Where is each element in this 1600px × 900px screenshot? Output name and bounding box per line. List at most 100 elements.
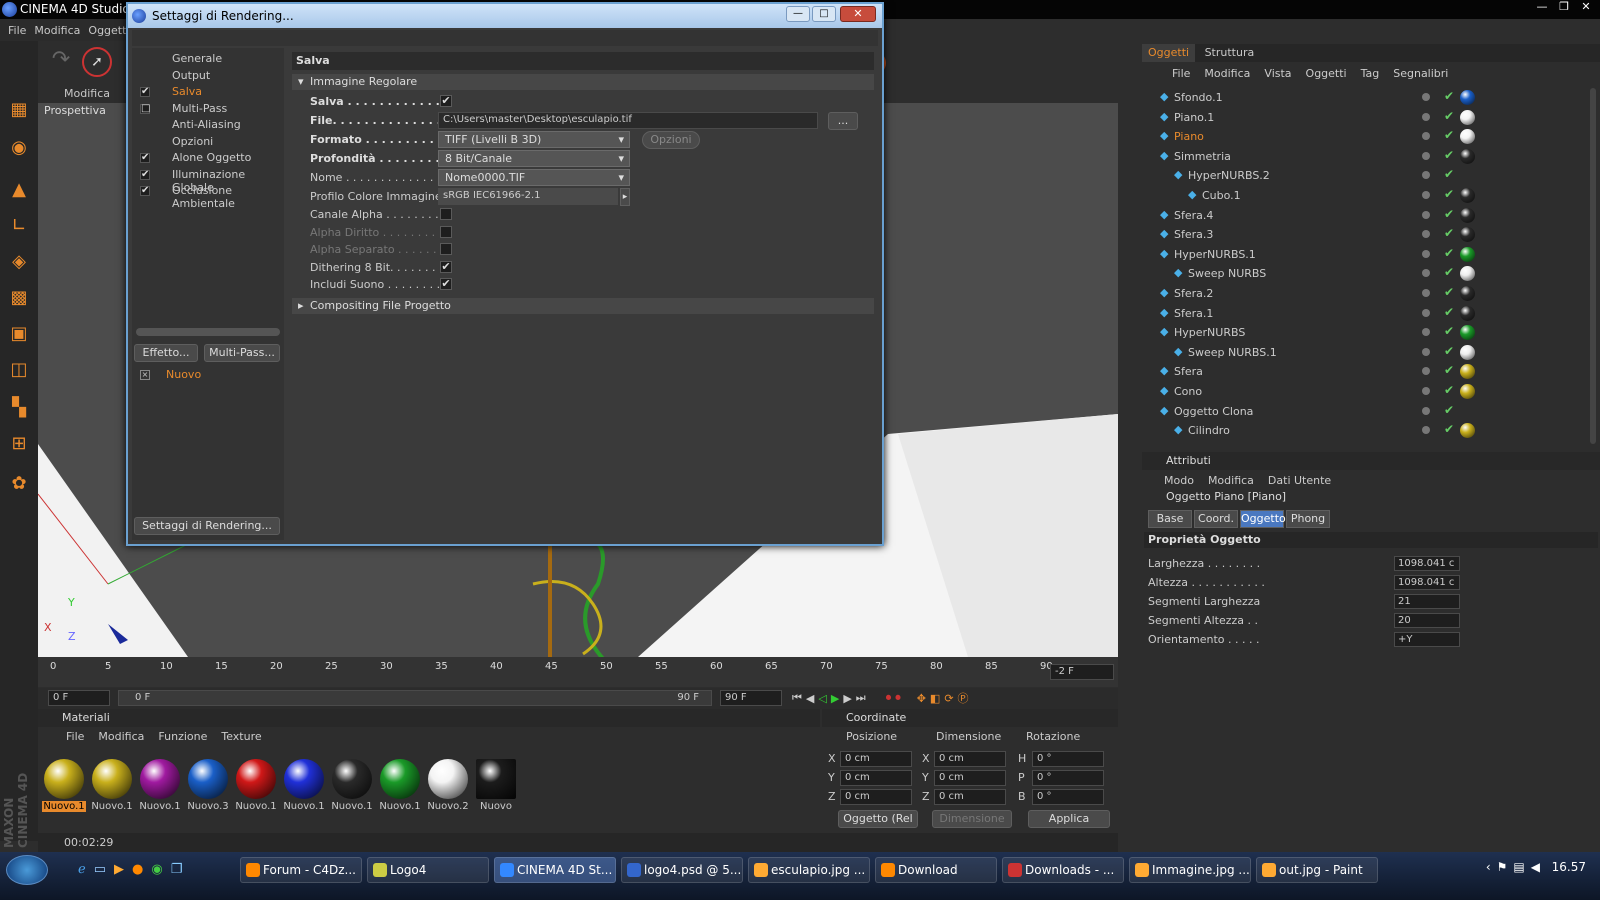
enabled-check-icon[interactable]: ✔	[1444, 148, 1454, 162]
object-row[interactable]: ◆ Sweep NURBS ✔	[1142, 264, 1586, 284]
tree-checkbox[interactable]: ✔	[140, 186, 150, 196]
enabled-check-icon[interactable]: ✔	[1444, 109, 1454, 123]
coord-d-field[interactable]: 0 cm	[934, 751, 1006, 767]
dialog-maximize-icon[interactable]: □	[812, 6, 836, 22]
enabled-check-icon[interactable]: ✔	[1444, 207, 1454, 221]
material-tag-icon[interactable]	[1460, 207, 1475, 223]
menu-oggetti[interactable]: Oggetti	[88, 24, 129, 37]
object-row[interactable]: ◆ Sweep NURBS.1 ✔	[1142, 343, 1586, 363]
visibility-dot-icon[interactable]	[1422, 328, 1430, 337]
tree-item[interactable]: Salva	[172, 85, 202, 98]
tree-checkbox[interactable]: ✔	[140, 87, 150, 97]
end-frame-field[interactable]: 90 F	[720, 690, 782, 706]
material-tag-icon[interactable]	[1460, 109, 1475, 125]
tray-arrow-icon[interactable]: ‹	[1486, 860, 1491, 874]
tree-item[interactable]: Multi-Pass	[172, 102, 227, 115]
option-checkbox[interactable]: ✔	[440, 260, 452, 273]
coord-r-field[interactable]: 0 °	[1032, 789, 1104, 805]
go-start-icon[interactable]: ⏮	[792, 691, 802, 705]
visibility-dot-icon[interactable]	[1422, 308, 1430, 317]
restore-icon[interactable]: ❐	[1554, 0, 1574, 14]
desktop-icon[interactable]: ▭	[94, 862, 106, 877]
edges-mode-icon[interactable]: ∟	[4, 211, 34, 241]
sculpt-icon[interactable]: ✿	[4, 469, 34, 499]
material-swatch[interactable]: Nuovo.1	[42, 757, 86, 815]
preset-nuovo[interactable]: Nuovo	[166, 368, 201, 381]
enabled-check-icon[interactable]: ✔	[1444, 167, 1454, 181]
object-row[interactable]: ◆ Sfera.1 ✔	[1142, 304, 1586, 324]
attr-menu-modifica[interactable]: Modifica	[1208, 474, 1254, 487]
scale-key-icon[interactable]: ◧	[930, 692, 940, 705]
enabled-check-icon[interactable]: ✔	[1444, 89, 1454, 103]
attr-prop-value[interactable]: 1098.041 c	[1394, 556, 1460, 571]
profile-arrow-icon[interactable]: ▸	[620, 188, 630, 206]
prev-frame-icon[interactable]: ◀	[806, 692, 814, 705]
snap-icon[interactable]: ⊞	[4, 429, 34, 459]
material-tag-icon[interactable]	[1460, 129, 1475, 145]
attr-menu-dati-utente[interactable]: Dati Utente	[1268, 474, 1331, 487]
obj-menu-modifica[interactable]: Modifica	[1204, 67, 1250, 80]
materials-menu-file[interactable]: File	[66, 730, 84, 743]
material-tag-icon[interactable]	[1460, 344, 1475, 360]
tree-checkbox[interactable]: □	[140, 103, 150, 114]
coord-r-field[interactable]: 0 °	[1032, 751, 1104, 767]
material-tag-icon[interactable]	[1460, 384, 1475, 399]
object-row[interactable]: ◆ Sfera.3 ✔	[1142, 225, 1586, 245]
section-immagine-regolare[interactable]: ▾ Immagine Regolare	[292, 74, 874, 90]
tree-item[interactable]: Occlusione Ambientale	[172, 184, 284, 210]
rotate-key-icon[interactable]: ⟳	[944, 692, 953, 705]
object-row[interactable]: ◆ Cubo.1 ✔	[1142, 186, 1586, 206]
attr-prop-value[interactable]: +Y	[1394, 632, 1460, 647]
material-swatch[interactable]: Nuovo.1	[90, 757, 134, 815]
material-swatch[interactable]: Nuovo.1	[282, 757, 326, 815]
object-row[interactable]: ◆ Sfera.4 ✔	[1142, 206, 1586, 226]
options-button[interactable]: Opzioni	[642, 131, 700, 149]
attr-prop-value[interactable]: 21	[1394, 594, 1460, 609]
obj-menu-tag[interactable]: Tag	[1361, 67, 1380, 80]
taskbar-button[interactable]: esculapio.jpg ...	[748, 857, 870, 883]
material-tag-icon[interactable]	[1460, 90, 1475, 105]
taskbar-button[interactable]: Downloads - ...	[1002, 857, 1124, 883]
object-row[interactable]: ◆ Sfera ✔	[1142, 362, 1586, 382]
visibility-dot-icon[interactable]	[1422, 191, 1430, 199]
apply-button[interactable]: Applica	[1028, 810, 1110, 828]
polygons-mode-icon[interactable]: ◈	[4, 247, 34, 277]
visibility-dot-icon[interactable]	[1422, 210, 1430, 219]
enabled-check-icon[interactable]: ✔	[1444, 422, 1454, 436]
visibility-dot-icon[interactable]	[1422, 230, 1430, 239]
name-dropdown[interactable]: Nome0000.TIF	[438, 169, 630, 186]
grid-icon[interactable]: ▩	[4, 283, 34, 313]
tray-flag-icon[interactable]: ⚑	[1497, 860, 1508, 874]
render-settings-footer-button[interactable]: Settaggi di Rendering...	[134, 517, 280, 535]
depth-dropdown[interactable]: 8 Bit/Canale	[438, 150, 630, 167]
enabled-check-icon[interactable]: ✔	[1444, 246, 1454, 260]
material-tag-icon[interactable]	[1460, 246, 1475, 262]
obj-menu-vista[interactable]: Vista	[1264, 67, 1291, 80]
visibility-dot-icon[interactable]	[1422, 132, 1430, 141]
option-checkbox[interactable]	[440, 243, 452, 256]
enabled-check-icon[interactable]: ✔	[1444, 305, 1454, 319]
coord-p-field[interactable]: 0 cm	[840, 770, 912, 786]
tree-checkbox[interactable]: ✔	[140, 169, 150, 180]
tray-network-icon[interactable]: ▤	[1513, 860, 1524, 874]
tree-checkbox[interactable]: ✔	[140, 153, 150, 163]
object-row[interactable]: ◆ Cono ✔	[1142, 382, 1586, 402]
play-icon[interactable]: ▶	[831, 692, 839, 705]
dialog-minimize-icon[interactable]: —	[786, 6, 810, 22]
object-row[interactable]: ◆ Cilindro ✔	[1142, 421, 1586, 441]
points-mode-icon[interactable]: ▲	[4, 175, 34, 205]
tree-item[interactable]: Output	[172, 69, 210, 82]
enabled-check-icon[interactable]: ✔	[1444, 187, 1454, 201]
visibility-dot-icon[interactable]	[1422, 151, 1430, 160]
enabled-check-icon[interactable]: ✔	[1444, 344, 1454, 358]
tree-item[interactable]: Opzioni	[172, 135, 213, 148]
object-row[interactable]: ◆ Simmetria ✔	[1142, 147, 1586, 167]
start-frame-field[interactable]: 0 F	[48, 690, 110, 706]
play-backward-icon[interactable]: ◁	[818, 692, 826, 705]
autokey-icon[interactable]: ⏺	[895, 691, 901, 705]
tree-item[interactable]: Anti-Aliasing	[172, 118, 241, 131]
visibility-dot-icon[interactable]	[1422, 289, 1430, 297]
taskbar-button[interactable]: Immagine.jpg ...	[1129, 857, 1251, 883]
tree-item[interactable]: Generale	[172, 52, 222, 65]
object-row[interactable]: ◆ Piano.1 ✔	[1142, 108, 1586, 128]
